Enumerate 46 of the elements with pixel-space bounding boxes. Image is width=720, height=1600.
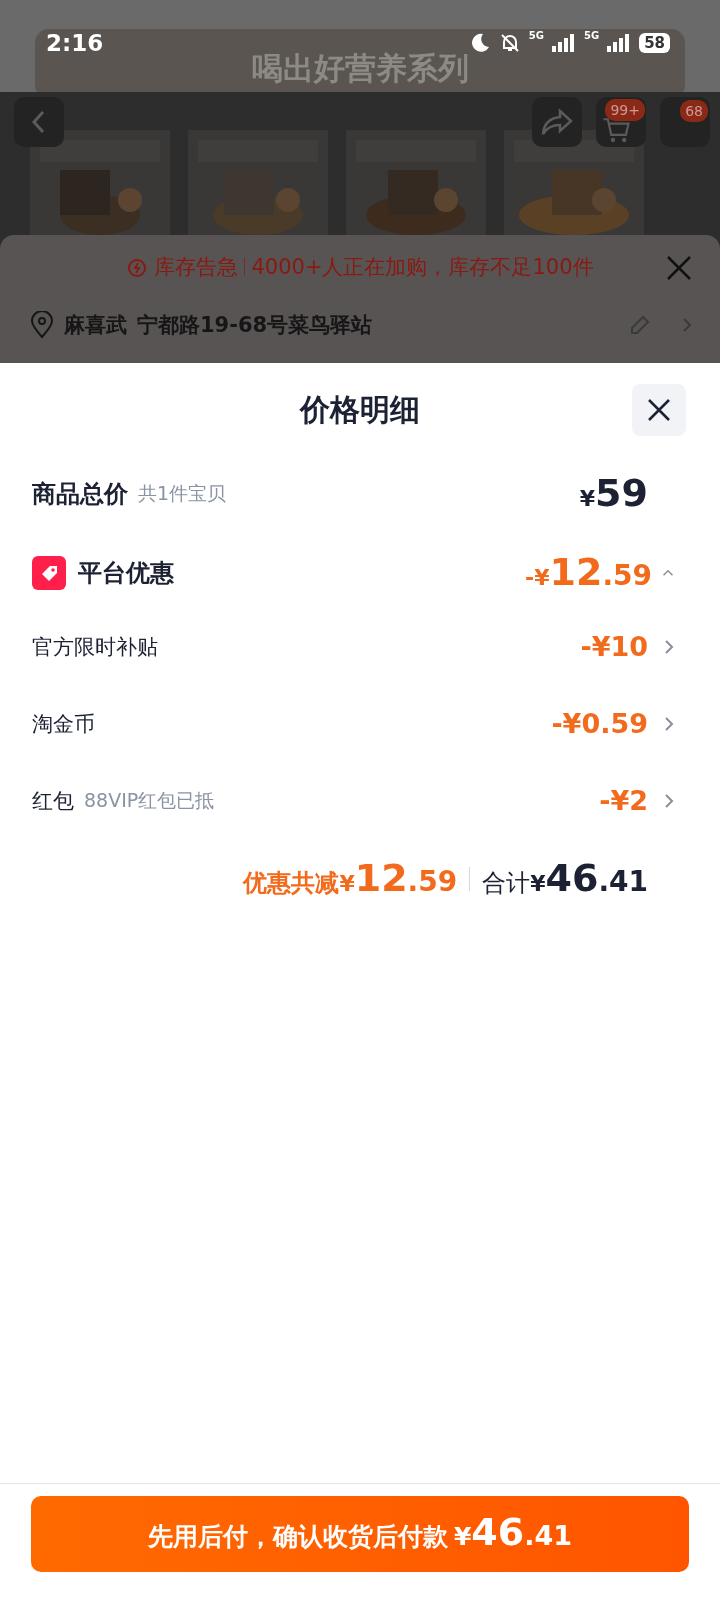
muted-bell-icon: [498, 32, 521, 54]
chevron-right-icon[interactable]: [662, 638, 674, 655]
discount-amount: -¥2: [599, 785, 648, 816]
stock-alert-message: 4000+人正在加购，库存不足100件: [251, 254, 594, 281]
network-label: 5G: [583, 30, 600, 41]
cart-button[interactable]: 99+: [596, 97, 646, 147]
notification-badge: 68: [680, 100, 708, 122]
more-button[interactable]: 68: [660, 97, 710, 147]
address-name: 麻喜武: [64, 312, 127, 339]
total-label: 商品总价: [32, 479, 128, 510]
signal-icon: [551, 34, 576, 52]
share-button[interactable]: [532, 97, 582, 147]
total-price: ¥59: [579, 472, 648, 516]
cart-icon: [602, 118, 630, 143]
discount-amount: -¥10: [580, 631, 648, 662]
grand-total-amount: ¥46.41: [530, 857, 648, 901]
close-button[interactable]: [632, 384, 686, 436]
close-icon[interactable]: [666, 255, 692, 281]
back-button[interactable]: [14, 97, 64, 147]
share-icon: [540, 107, 574, 137]
platform-discount-label: 平台优惠: [78, 558, 175, 589]
chevron-right-icon[interactable]: [662, 715, 674, 732]
chevron-right-icon[interactable]: [662, 792, 674, 809]
tag-icon: [32, 556, 66, 590]
discount-total-amount: ¥12.59: [339, 857, 458, 901]
pay-later-button[interactable]: 先用后付，确认收货后付款 ¥46.41: [31, 1496, 689, 1572]
stock-alert-label: 库存告急: [154, 254, 239, 281]
item-count: 共1件宝贝: [138, 481, 228, 506]
battery-level: 58: [639, 33, 670, 53]
discount-amount: -¥0.59: [551, 708, 648, 739]
alarm-clock-icon: [126, 256, 149, 278]
close-icon: [647, 398, 671, 422]
discount-label: 淘金币: [32, 710, 95, 738]
address-detail: 宁都路19-68号菜鸟驿站: [137, 312, 374, 339]
sheet-title: 价格明细: [300, 392, 420, 427]
signal-icon: [607, 34, 632, 52]
cart-badge: 99+: [605, 99, 645, 121]
status-time: 2:16: [46, 30, 105, 56]
platform-discount-amount: -¥12.59: [525, 551, 652, 595]
grand-total-label: 合计: [482, 868, 531, 899]
location-pin-icon: [30, 311, 54, 339]
discount-total-label: 优惠共减: [243, 868, 340, 899]
network-label: 5G: [528, 30, 544, 41]
discount-label: 官方限时补贴: [32, 633, 158, 661]
discount-note: 88VIP红包已抵: [84, 787, 215, 813]
discount-label: 红包: [32, 787, 74, 815]
